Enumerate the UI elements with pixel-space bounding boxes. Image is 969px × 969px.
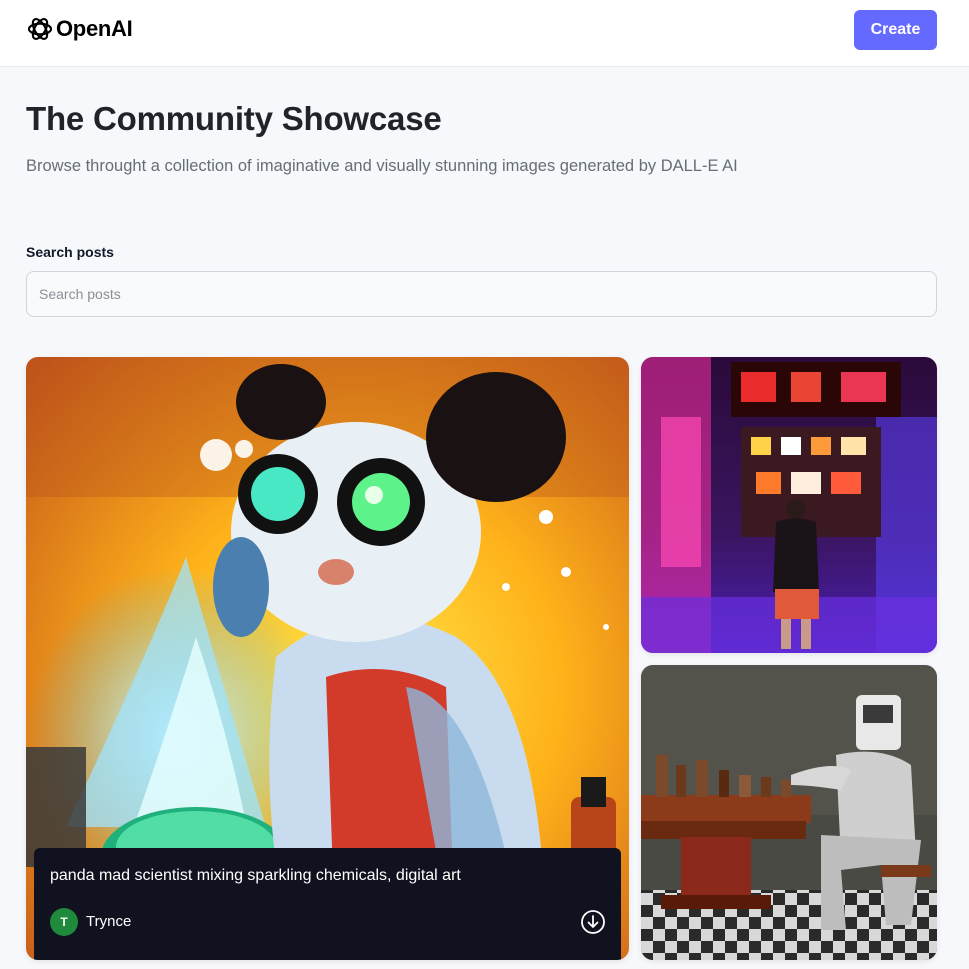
page-subtitle: Browse throught a collection of imaginat… — [26, 157, 738, 175]
search-label: Search posts — [26, 244, 114, 260]
download-icon[interactable] — [580, 909, 606, 935]
author-avatar: T — [50, 908, 78, 936]
post-card-chess-robot[interactable] — [641, 665, 937, 960]
search-input[interactable] — [26, 271, 937, 317]
post-card-neon-street[interactable] — [641, 357, 937, 653]
logo-text: OpenAI — [56, 16, 133, 41]
author-name: Trynce — [86, 913, 132, 930]
chess-robot-image — [641, 665, 937, 960]
create-button[interactable]: Create — [854, 10, 937, 50]
post-hover-overlay: panda mad scientist mixing sparkling che… — [34, 848, 621, 960]
openai-logo-icon — [27, 18, 53, 40]
post-prompt: panda mad scientist mixing sparkling che… — [50, 867, 461, 884]
post-card-panda[interactable]: panda mad scientist mixing sparkling che… — [26, 357, 629, 960]
top-navbar: OpenAI Create — [0, 0, 969, 67]
neon-street-image — [641, 357, 937, 653]
page-title: The Community Showcase — [26, 100, 442, 137]
openai-logo[interactable]: OpenAI — [26, 15, 133, 43]
